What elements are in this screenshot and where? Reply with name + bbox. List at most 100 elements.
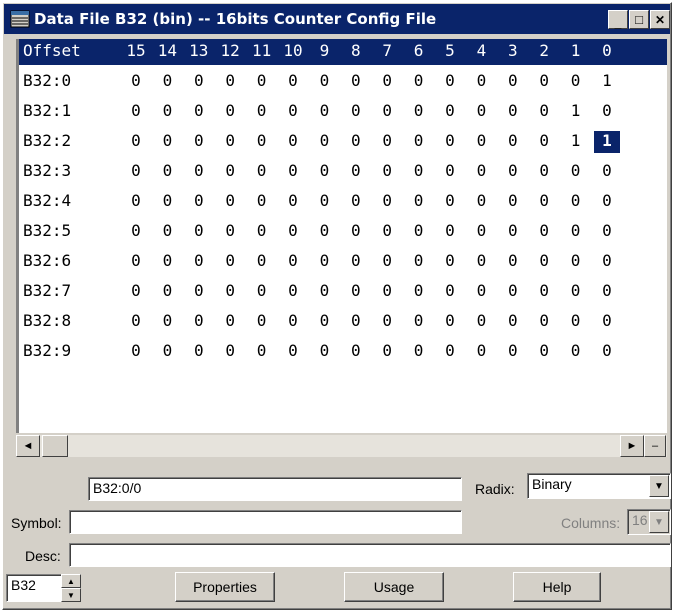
bit-cell[interactable]: 0 [500,311,526,330]
maximize-button[interactable]: □ [629,10,649,29]
bit-cell[interactable]: 0 [123,341,149,360]
bit-cell[interactable]: 0 [594,341,620,360]
bit-cell[interactable]: 0 [468,341,494,360]
bit-cell[interactable]: 0 [311,101,337,120]
bit-cell[interactable]: 0 [123,161,149,180]
bit-cell[interactable]: 0 [374,161,400,180]
bit-cell[interactable]: 0 [563,161,589,180]
file-spinner-field[interactable]: B32 [6,574,64,602]
bit-cell[interactable]: 0 [594,281,620,300]
bit-cell[interactable]: 0 [531,221,557,240]
bit-cell[interactable]: 0 [343,281,369,300]
bit-cell[interactable]: 0 [500,251,526,270]
bit-cell[interactable]: 0 [186,221,212,240]
bit-cell[interactable]: 0 [123,311,149,330]
bit-cell[interactable]: 0 [437,161,463,180]
bit-cell[interactable]: 0 [280,131,306,150]
bit-cell[interactable]: 0 [154,311,180,330]
bit-cell[interactable]: 0 [531,341,557,360]
bit-cell[interactable]: 0 [154,281,180,300]
bit-cell[interactable]: 0 [280,251,306,270]
scrollbar-thumb[interactable] [42,435,68,457]
bit-cell[interactable]: 0 [343,101,369,120]
bit-cell[interactable]: 0 [531,191,557,210]
bit-cell[interactable]: 0 [594,251,620,270]
bit-cell[interactable]: 0 [186,191,212,210]
properties-button[interactable]: Properties [175,572,275,602]
bit-cell[interactable]: 0 [343,71,369,90]
bit-cell[interactable]: 0 [249,251,275,270]
bit-cell[interactable]: 0 [594,101,620,120]
bit-cell[interactable]: 0 [217,311,243,330]
bit-cell[interactable]: 0 [468,191,494,210]
horizontal-scrollbar[interactable]: ◄ ► – [16,435,667,457]
bit-cell[interactable]: 0 [343,221,369,240]
bit-cell[interactable]: 0 [343,191,369,210]
bit-cell[interactable]: 0 [154,161,180,180]
desc-field[interactable] [69,543,671,567]
bit-cell[interactable]: 0 [280,191,306,210]
bit-cell[interactable]: 0 [249,191,275,210]
bit-cell[interactable]: 0 [217,101,243,120]
bit-cell[interactable]: 0 [374,221,400,240]
bit-cell[interactable]: 0 [406,71,432,90]
bit-cell[interactable]: 0 [374,131,400,150]
bit-cell[interactable]: 0 [311,341,337,360]
bit-cell[interactable]: 0 [468,131,494,150]
bit-cell[interactable]: 1 [563,131,589,150]
bit-cell[interactable]: 0 [563,191,589,210]
spinner-down-button[interactable]: ▼ [61,588,81,602]
bit-cell[interactable]: 0 [217,221,243,240]
bit-cell[interactable]: 0 [563,341,589,360]
scroll-left-button[interactable]: ◄ [16,435,40,457]
bit-cell[interactable]: 0 [280,221,306,240]
bit-cell[interactable]: 0 [406,161,432,180]
bit-cell[interactable]: 0 [280,341,306,360]
bit-cell[interactable]: 0 [437,221,463,240]
bit-cell[interactable]: 0 [280,161,306,180]
minimize-button[interactable]: _ [608,10,628,30]
bit-cell[interactable]: 0 [123,251,149,270]
bit-cell[interactable]: 0 [437,341,463,360]
bit-cell[interactable]: 0 [406,131,432,150]
bit-cell[interactable]: 0 [563,221,589,240]
bit-cell[interactable]: 0 [500,131,526,150]
bit-cell[interactable]: 0 [437,131,463,150]
bit-cell[interactable]: 0 [249,221,275,240]
bit-cell[interactable]: 0 [217,251,243,270]
bit-cell[interactable]: 0 [249,71,275,90]
bit-cell[interactable]: 0 [531,101,557,120]
bit-cell[interactable]: 0 [500,101,526,120]
bit-cell[interactable]: 0 [500,281,526,300]
bit-cell[interactable]: 0 [217,191,243,210]
title-bar[interactable]: Data File B32 (bin) -- 16bits Counter Co… [4,4,670,34]
bit-cell[interactable]: 0 [311,311,337,330]
bit-cell[interactable]: 0 [406,311,432,330]
bit-cell[interactable]: 0 [154,131,180,150]
bit-cell[interactable]: 0 [468,251,494,270]
bit-cell[interactable]: 0 [280,311,306,330]
bit-cell[interactable]: 1 [594,71,620,90]
bit-cell[interactable]: 0 [374,311,400,330]
bit-cell[interactable]: 0 [217,71,243,90]
bit-cell[interactable]: 0 [531,281,557,300]
bit-cell[interactable]: 0 [186,131,212,150]
bit-cell[interactable]: 0 [249,311,275,330]
bit-cell[interactable]: 0 [406,191,432,210]
bit-cell[interactable]: 0 [249,101,275,120]
bit-cell[interactable]: 0 [154,341,180,360]
bit-cell[interactable]: 1 [594,131,620,153]
bit-cell[interactable]: 0 [186,311,212,330]
bit-cell[interactable]: 0 [531,161,557,180]
bit-cell[interactable]: 0 [563,71,589,90]
bit-cell[interactable]: 0 [500,161,526,180]
bit-cell[interactable]: 0 [186,71,212,90]
close-button[interactable]: ✕ [650,10,670,29]
bit-cell[interactable]: 0 [123,191,149,210]
bit-cell[interactable]: 0 [437,71,463,90]
bit-cell[interactable]: 0 [500,191,526,210]
bit-cell[interactable]: 0 [343,341,369,360]
bit-cell[interactable]: 0 [123,281,149,300]
bit-cell[interactable]: 0 [217,281,243,300]
bit-cell[interactable]: 0 [468,71,494,90]
